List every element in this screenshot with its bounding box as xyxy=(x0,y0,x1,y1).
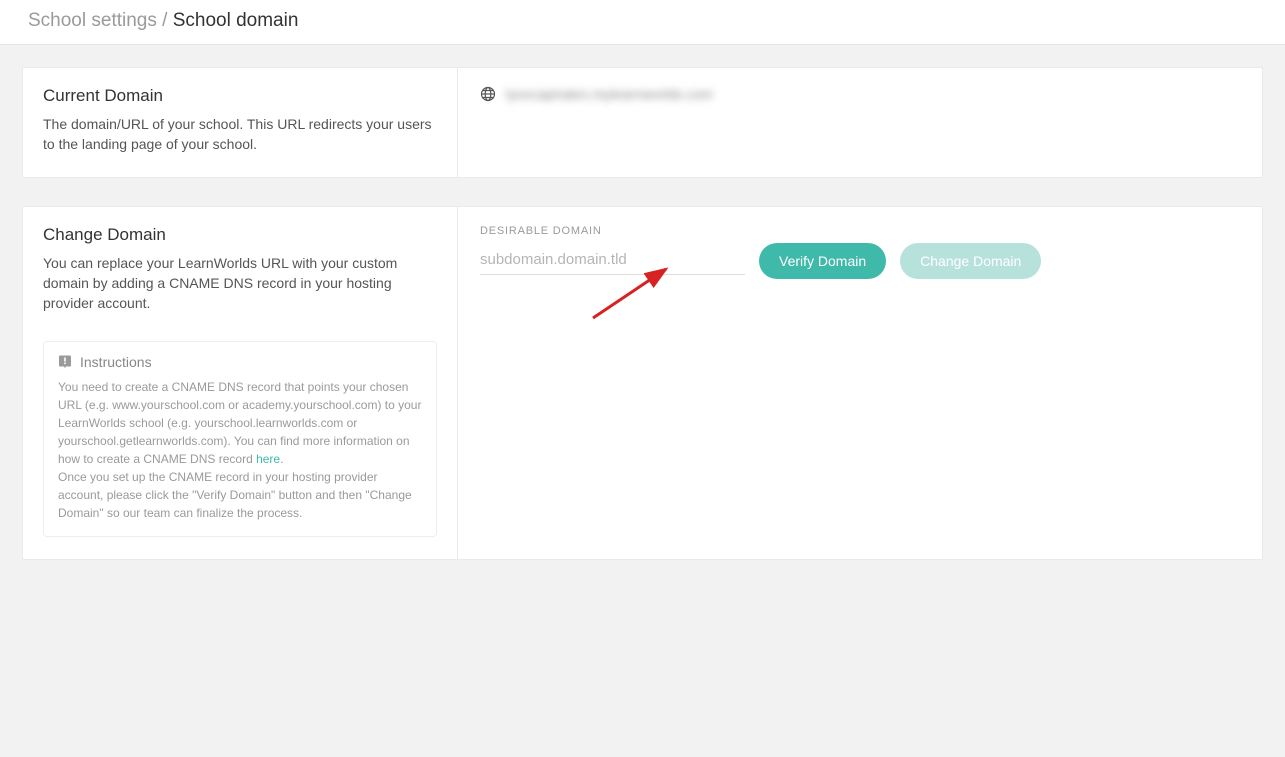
instructions-text-3: Once you set up the CNAME record in your… xyxy=(58,470,412,520)
note-icon xyxy=(58,355,72,369)
change-domain-content: DESIRABLE DOMAIN Verify Domain Change Do… xyxy=(458,207,1262,560)
globe-icon xyxy=(480,86,496,102)
breadcrumb-separator: / xyxy=(162,10,167,31)
change-domain-info: Change Domain You can replace your Learn… xyxy=(23,207,458,560)
breadcrumb-current: School domain xyxy=(173,10,299,31)
current-domain-value: lyoxcapiraten.mylearnworlds.com xyxy=(506,86,713,102)
instructions-here-link[interactable]: here xyxy=(256,452,280,466)
current-domain-info: Current Domain The domain/URL of your sc… xyxy=(23,68,458,177)
breadcrumb-bar: School settings / School domain xyxy=(0,0,1285,45)
change-domain-panel: Change Domain You can replace your Learn… xyxy=(22,206,1263,561)
instructions-text-2: . xyxy=(280,452,283,466)
change-domain-button[interactable]: Change Domain xyxy=(900,243,1041,279)
breadcrumb: School settings / School domain xyxy=(28,10,1257,32)
desirable-domain-label: DESIRABLE DOMAIN xyxy=(480,225,1240,237)
instructions-body: You need to create a CNAME DNS record th… xyxy=(58,378,422,522)
change-domain-title: Change Domain xyxy=(43,225,437,245)
current-domain-title: Current Domain xyxy=(43,86,437,106)
instructions-card: Instructions You need to create a CNAME … xyxy=(43,341,437,537)
breadcrumb-parent[interactable]: School settings xyxy=(28,10,157,31)
instructions-text-1: You need to create a CNAME DNS record th… xyxy=(58,380,421,466)
current-domain-panel: Current Domain The domain/URL of your sc… xyxy=(22,67,1263,178)
instructions-title: Instructions xyxy=(80,354,152,370)
current-domain-content: lyoxcapiraten.mylearnworlds.com xyxy=(458,68,1262,177)
current-domain-desc: The domain/URL of your school. This URL … xyxy=(43,114,437,155)
verify-domain-button[interactable]: Verify Domain xyxy=(759,243,886,279)
desirable-domain-input[interactable] xyxy=(480,247,745,275)
change-domain-desc: You can replace your LearnWorlds URL wit… xyxy=(43,253,437,314)
